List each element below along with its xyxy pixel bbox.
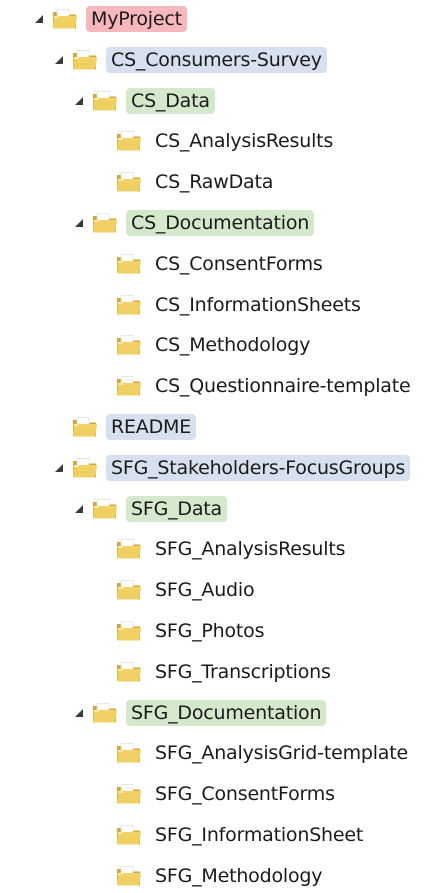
tree-item[interactable]: SFG_Methodology [96, 859, 327, 893]
tree-item-label: CS_InformationSheets [155, 294, 361, 316]
folder-icon [117, 580, 141, 600]
folder-icon [73, 417, 97, 437]
tree-item-label: README [106, 414, 197, 440]
folder-icon [117, 866, 141, 886]
tree-item-label: SFG_AnalysisResults [155, 538, 346, 560]
folder-icon [117, 662, 141, 682]
folder-icon [73, 50, 97, 70]
tree-item[interactable]: CS_RawData [96, 165, 278, 199]
tree-item-label: SFG_Photos [155, 620, 265, 642]
tree-item[interactable]: SFG_Audio [96, 573, 259, 607]
tree-item-label: CS_Methodology [155, 334, 311, 356]
tree-item-label: SFG_ConsentForms [155, 783, 335, 805]
folder-icon [53, 9, 77, 29]
tree-item-label: SFG_AnalysisGrid-template [155, 742, 408, 764]
tree-item-label: SFG_Methodology [155, 865, 323, 887]
tree-item[interactable]: SFG_AnalysisResults [96, 532, 350, 566]
folder-icon [117, 784, 141, 804]
folder-icon [117, 335, 141, 355]
tree-item-label: SFG_Audio [155, 579, 255, 601]
tree-item-label: CS_Consumers-Survey [106, 47, 327, 73]
tree-item-label: CS_Documentation [126, 210, 315, 236]
tree-item-label: SFG_Data [126, 496, 227, 522]
folder-icon [117, 376, 141, 396]
tree-item[interactable]: CS_Consumers-Survey [52, 43, 327, 77]
expanded-triangle-icon[interactable] [72, 706, 86, 720]
tree-item[interactable]: MyProject [32, 2, 187, 36]
tree-item[interactable]: SFG_Data [72, 492, 227, 526]
tree-item[interactable]: CS_AnalysisResults [96, 124, 338, 158]
tree-item[interactable]: SFG_Transcriptions [96, 655, 336, 689]
folder-icon [117, 131, 141, 151]
tree-item[interactable]: CS_InformationSheets [96, 288, 366, 322]
tree-item[interactable]: SFG_Stakeholders-FocusGroups [52, 451, 411, 485]
tree-item[interactable]: SFG_Documentation [72, 696, 327, 730]
folder-icon [93, 91, 117, 111]
tree-item[interactable]: SFG_InformationSheet [96, 818, 368, 852]
expanded-triangle-icon[interactable] [72, 94, 86, 108]
tree-item[interactable]: CS_Data [72, 84, 215, 118]
folder-tree: MyProject CS_Consumers-Survey CS_Data CS_An… [0, 0, 444, 889]
tree-item-label: SFG_Documentation [126, 700, 327, 726]
tree-item[interactable]: README [52, 410, 197, 444]
tree-item-label: CS_Data [126, 88, 215, 114]
tree-item[interactable]: CS_ConsentForms [96, 247, 328, 281]
folder-icon [93, 213, 117, 233]
tree-item-label: CS_RawData [155, 171, 274, 193]
folder-icon [93, 703, 117, 723]
folder-icon [117, 621, 141, 641]
tree-item-label: MyProject [86, 6, 187, 32]
folder-icon [117, 539, 141, 559]
tree-item[interactable]: CS_Questionnaire-template [96, 369, 415, 403]
tree-item-label: SFG_InformationSheet [155, 824, 364, 846]
tree-item-label: CS_Questionnaire-template [155, 375, 411, 397]
tree-item-label: SFG_Transcriptions [155, 661, 331, 683]
tree-item[interactable]: CS_Documentation [72, 206, 315, 240]
expanded-triangle-icon[interactable] [32, 12, 46, 26]
expanded-triangle-icon[interactable] [52, 53, 66, 67]
expanded-triangle-icon[interactable] [52, 461, 66, 475]
tree-item[interactable]: CS_Methodology [96, 328, 315, 362]
folder-icon [93, 499, 117, 519]
folder-icon [117, 295, 141, 315]
tree-item[interactable]: SFG_AnalysisGrid-template [96, 736, 413, 770]
folder-icon [117, 172, 141, 192]
folder-icon [117, 825, 141, 845]
tree-item-label: CS_AnalysisResults [155, 130, 334, 152]
folder-icon [73, 458, 97, 478]
expanded-triangle-icon[interactable] [72, 216, 86, 230]
tree-item[interactable]: SFG_Photos [96, 614, 269, 648]
tree-item-label: CS_ConsentForms [155, 253, 323, 275]
folder-icon [117, 254, 141, 274]
tree-item-label: SFG_Stakeholders-FocusGroups [106, 455, 411, 481]
tree-item[interactable]: SFG_ConsentForms [96, 777, 340, 811]
expanded-triangle-icon[interactable] [72, 502, 86, 516]
folder-icon [117, 743, 141, 763]
